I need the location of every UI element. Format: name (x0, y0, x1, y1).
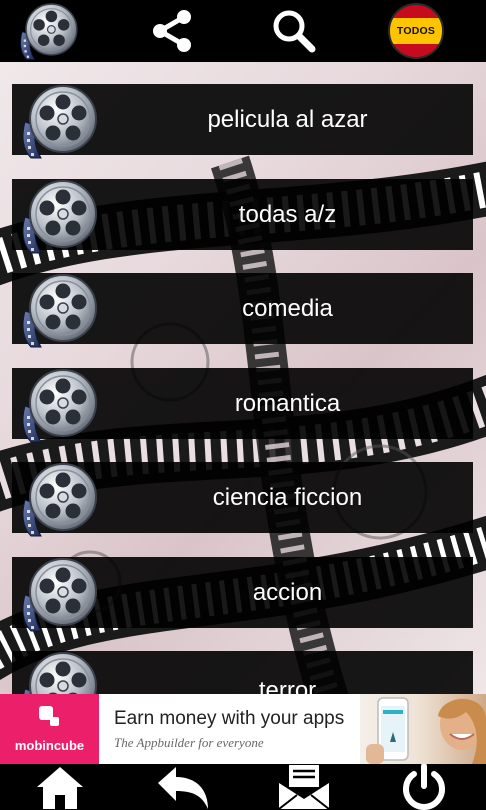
menu-item-label: accion (252, 578, 323, 606)
menu-item-science-fiction[interactable]: ciencia ficcion (12, 462, 473, 533)
spain-flag-icon: TODOS (388, 3, 444, 59)
menu-item-label: terror (258, 676, 317, 695)
menu-item-label: todas a/z (238, 200, 337, 228)
film-reel-icon (15, 555, 97, 633)
film-reel-icon (15, 177, 97, 255)
menu-item-romantic[interactable]: romantica (12, 368, 473, 439)
mobincube-cube-icon (39, 706, 59, 726)
top-bar: TODOS (0, 0, 486, 62)
mobincube-logo: mobincube (0, 694, 99, 764)
menu-item-horror[interactable]: terror (12, 651, 473, 694)
film-reel-icon (15, 649, 97, 694)
ad-photo (360, 694, 486, 764)
menu-item-label: pelicula al azar (207, 105, 368, 133)
ad-brand-name: mobincube (14, 738, 85, 753)
bottom-nav (0, 764, 486, 810)
film-reel-icon (15, 271, 97, 349)
search-icon[interactable] (262, 0, 326, 62)
menu-item-random-movie[interactable]: pelicula al azar (12, 84, 473, 155)
film-reel-icon (15, 460, 97, 538)
film-strip-background: pelicula al azar todas a/z comedia roman… (0, 62, 486, 694)
menu-item-label: comedia (242, 294, 333, 322)
share-icon[interactable] (140, 0, 204, 62)
category-menu: pelicula al azar todas a/z comedia roman… (0, 62, 486, 694)
film-reel-icon[interactable] (8, 0, 84, 62)
menu-item-action[interactable]: accion (12, 557, 473, 628)
menu-item-comedy[interactable]: comedia (12, 273, 473, 344)
language-selector[interactable]: TODOS (383, 0, 449, 62)
mail-icon[interactable] (272, 764, 336, 810)
film-reel-icon (15, 82, 97, 160)
home-icon[interactable] (30, 764, 90, 810)
language-badge-label: TODOS (396, 25, 436, 37)
ad-subtitle: The Appbuilder for everyone (114, 735, 264, 750)
back-icon[interactable] (150, 764, 214, 810)
ad-banner[interactable]: mobincube Earn money with your apps The … (0, 694, 486, 764)
film-reel-icon (15, 366, 97, 444)
menu-item-label: romantica (234, 389, 341, 417)
menu-item-label: ciencia ficcion (212, 483, 363, 511)
menu-item-all-az[interactable]: todas a/z (12, 179, 473, 250)
power-icon[interactable] (392, 764, 456, 810)
ad-title: Earn money with your apps (114, 708, 345, 729)
